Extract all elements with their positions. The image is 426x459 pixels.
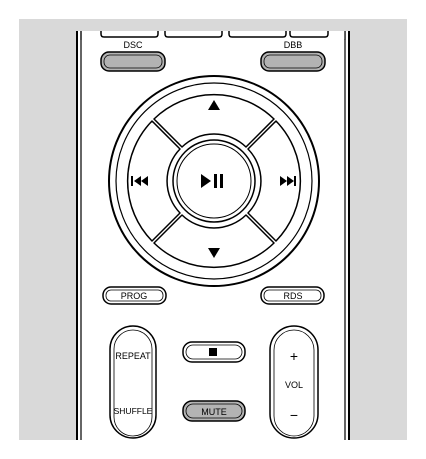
top-partial-button-3[interactable] [228, 31, 287, 38]
shuffle-label: SHUFFLE [114, 406, 153, 416]
repeat-shuffle-button[interactable] [109, 325, 157, 439]
page-top-margin [0, 0, 426, 19]
top-partial-button-4[interactable] [289, 31, 329, 38]
repeat-label: REPEAT [115, 351, 151, 361]
volume-down-icon: − [290, 407, 298, 423]
page-left-margin [0, 19, 19, 39]
remote-control: DSC DBB PROG RDS REPEAT SHUFFLE MUTE + V… [0, 0, 426, 440]
prog-label: PROG [121, 291, 148, 301]
page-right-margin [407, 19, 426, 39]
top-partial-button-1[interactable] [100, 31, 159, 38]
dsc-label: DSC [123, 40, 143, 50]
volume-up-icon: + [290, 348, 298, 364]
volume-label: VOL [285, 380, 303, 390]
rds-label: RDS [283, 291, 302, 301]
mute-label: MUTE [201, 407, 227, 417]
stop-icon [209, 348, 217, 356]
top-partial-button-2[interactable] [164, 31, 223, 38]
dbb-label: DBB [284, 40, 303, 50]
